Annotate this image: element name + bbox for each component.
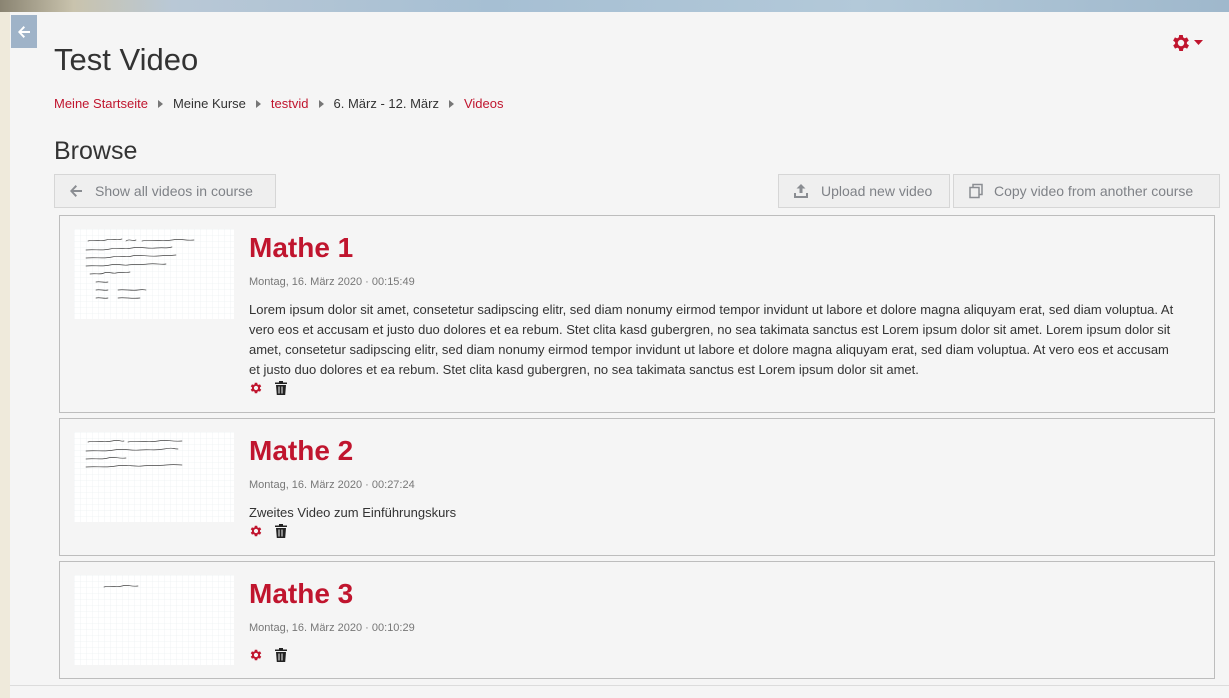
browse-heading: Browse — [54, 137, 138, 165]
chevron-down-icon — [1194, 40, 1203, 45]
upload-icon — [794, 184, 808, 198]
arrow-left-icon — [70, 185, 82, 197]
arrow-left-icon — [18, 25, 30, 38]
drawer-toggle-button[interactable] — [11, 15, 37, 48]
video-thumbnail[interactable] — [74, 575, 234, 665]
breadcrumb-separator-icon — [255, 99, 261, 108]
video-meta: Montag, 16. März 2020 · 00:10:29 — [249, 622, 415, 634]
trash-icon — [275, 381, 287, 395]
copy-video-label: Copy video from another course — [994, 183, 1194, 199]
video-title[interactable]: Mathe 1 — [249, 232, 353, 264]
left-rail — [0, 12, 10, 698]
delete-video-button[interactable] — [275, 648, 287, 662]
show-all-videos-button[interactable]: Show all videos in course — [54, 174, 276, 208]
video-actions — [249, 381, 299, 395]
copy-video-button[interactable]: Copy video from another course — [953, 174, 1220, 208]
breadcrumb-item-courses: Meine Kurse — [172, 96, 246, 111]
breadcrumb: Meine Startseite Meine Kurse testvid 6. … — [54, 96, 503, 111]
breadcrumb-item-home[interactable]: Meine Startseite — [54, 96, 148, 111]
video-item: Mathe 1 Montag, 16. März 2020 · 00:15:49… — [59, 215, 1215, 413]
page-settings-menu[interactable] — [1170, 31, 1203, 55]
breadcrumb-separator-icon — [448, 99, 454, 108]
upload-video-button[interactable]: Upload new video — [778, 174, 950, 208]
breadcrumb-separator-icon — [318, 99, 324, 108]
video-title[interactable]: Mathe 2 — [249, 435, 353, 467]
breadcrumb-separator-icon — [157, 99, 163, 108]
video-actions — [249, 524, 299, 538]
video-title[interactable]: Mathe 3 — [249, 578, 353, 610]
show-all-videos-label: Show all videos in course — [95, 183, 253, 199]
copy-icon — [969, 183, 983, 199]
video-item: Mathe 2 Montag, 16. März 2020 · 00:27:24… — [59, 418, 1215, 556]
gear-icon — [250, 382, 262, 394]
edit-video-button[interactable] — [249, 381, 263, 395]
gear-icon — [250, 649, 262, 661]
video-meta: Montag, 16. März 2020 · 00:15:49 — [249, 276, 415, 288]
breadcrumb-item-course[interactable]: testvid — [271, 96, 309, 111]
delete-video-button[interactable] — [275, 524, 287, 538]
video-actions — [249, 648, 299, 662]
header-banner-image — [0, 0, 1229, 12]
edit-video-button[interactable] — [249, 524, 263, 538]
breadcrumb-item-section: 6. März - 12. März — [333, 96, 439, 111]
footer-divider — [10, 685, 1229, 686]
gear-icon — [1173, 35, 1189, 51]
trash-icon — [275, 648, 287, 662]
page-title: Test Video — [54, 42, 199, 77]
trash-icon — [275, 524, 287, 538]
video-item: Mathe 3 Montag, 16. März 2020 · 00:10:29 — [59, 561, 1215, 679]
video-meta: Montag, 16. März 2020 · 00:27:24 — [249, 479, 415, 491]
edit-video-button[interactable] — [249, 648, 263, 662]
video-description: Lorem ipsum dolor sit amet, consetetur s… — [249, 302, 1174, 377]
video-thumbnail[interactable] — [74, 229, 234, 319]
video-thumbnail[interactable] — [74, 432, 234, 522]
upload-video-label: Upload new video — [821, 183, 933, 199]
breadcrumb-item-videos[interactable]: Videos — [464, 96, 504, 111]
video-description: Zweites Video zum Einführungskurs — [249, 505, 457, 520]
gear-icon — [250, 525, 262, 537]
delete-video-button[interactable] — [275, 381, 287, 395]
